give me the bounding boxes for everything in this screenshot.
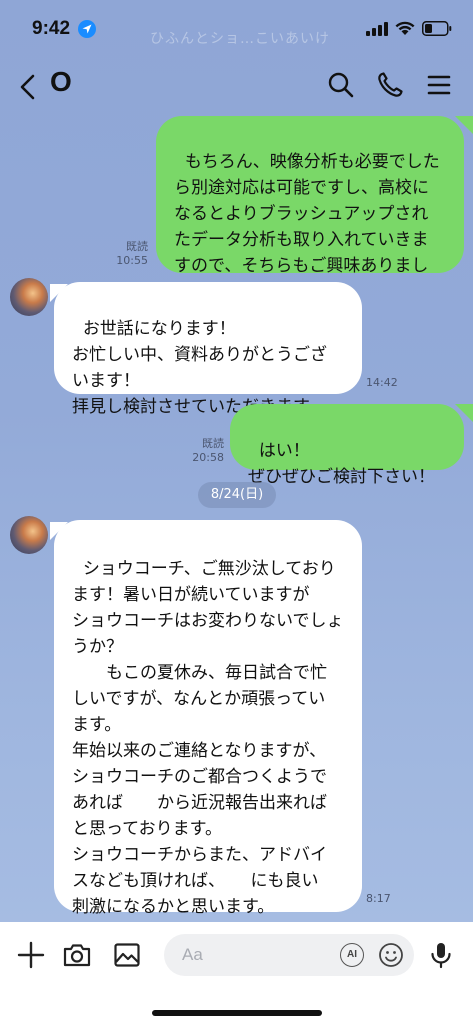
home-indicator[interactable] <box>152 1010 322 1016</box>
message-text: ショウコーチ、ご無沙汰しており ます！暑い日が続いていますが ショウコーチはお変… <box>72 559 344 969</box>
status-bar: ひふんとショ…こいあいけ 9:42 <box>0 0 473 56</box>
avatar[interactable] <box>10 278 48 316</box>
message-time: 20:58 <box>192 451 224 464</box>
message-composer: Aa AI <box>0 922 473 1024</box>
input-placeholder: Aa <box>182 945 203 964</box>
date-separator: 8/24(日) <box>198 482 276 508</box>
message-time: 10:55 <box>116 254 148 267</box>
plus-icon[interactable] <box>16 940 46 970</box>
emoji-icon[interactable] <box>378 942 404 968</box>
sent-message-bubble[interactable]: もちろん、映像分析も必要でした ら別途対応は可能ですし、高校に なるとよりブラッ… <box>156 116 464 302</box>
message-meta: 既読 20:58 <box>176 437 224 465</box>
message-text: はい！ ぜひぜひご検討下さい！ <box>248 441 435 487</box>
ai-button[interactable]: AI <box>340 943 364 967</box>
menu-icon[interactable] <box>424 70 454 100</box>
message-input[interactable]: Aa AI <box>164 934 414 976</box>
message-time: 14:42 <box>366 376 398 389</box>
message-text: お世話になります！ お忙しい中、資料ありがとうござ います！ 拝見し検討させてい… <box>72 319 327 417</box>
signal-bars-icon <box>366 22 388 36</box>
chat-header: O <box>0 56 473 116</box>
avatar[interactable] <box>10 516 48 554</box>
read-receipt: 既読 <box>126 240 148 253</box>
chat-title[interactable]: O <box>50 66 72 98</box>
message-meta: 既読 10:55 <box>100 240 148 268</box>
received-message-bubble[interactable]: ショウコーチ、ご無沙汰しており ます！暑い日が続いていますが ショウコーチはお変… <box>54 520 362 969</box>
chevron-left-icon[interactable] <box>16 72 40 102</box>
camera-icon[interactable] <box>62 940 92 970</box>
message-time: 8:17 <box>366 892 391 905</box>
battery-icon <box>422 21 452 36</box>
wifi-icon <box>395 21 415 35</box>
received-message-bubble[interactable]: お世話になります！ お忙しい中、資料ありがとうござ います！ 拝見し検討させてい… <box>54 282 362 417</box>
sent-message-bubble[interactable]: はい！ ぜひぜひご検討下さい！ <box>230 404 464 487</box>
location-arrow-icon <box>78 20 96 38</box>
phone-icon[interactable] <box>375 70 405 100</box>
message-text: もちろん、映像分析も必要でした ら別途対応は可能ですし、高校に なるとよりブラッ… <box>174 152 440 302</box>
status-time: 9:42 <box>32 18 71 39</box>
read-receipt: 既読 <box>202 437 224 450</box>
image-icon[interactable] <box>112 940 142 970</box>
microphone-icon[interactable] <box>426 940 456 970</box>
search-icon[interactable] <box>326 70 356 100</box>
